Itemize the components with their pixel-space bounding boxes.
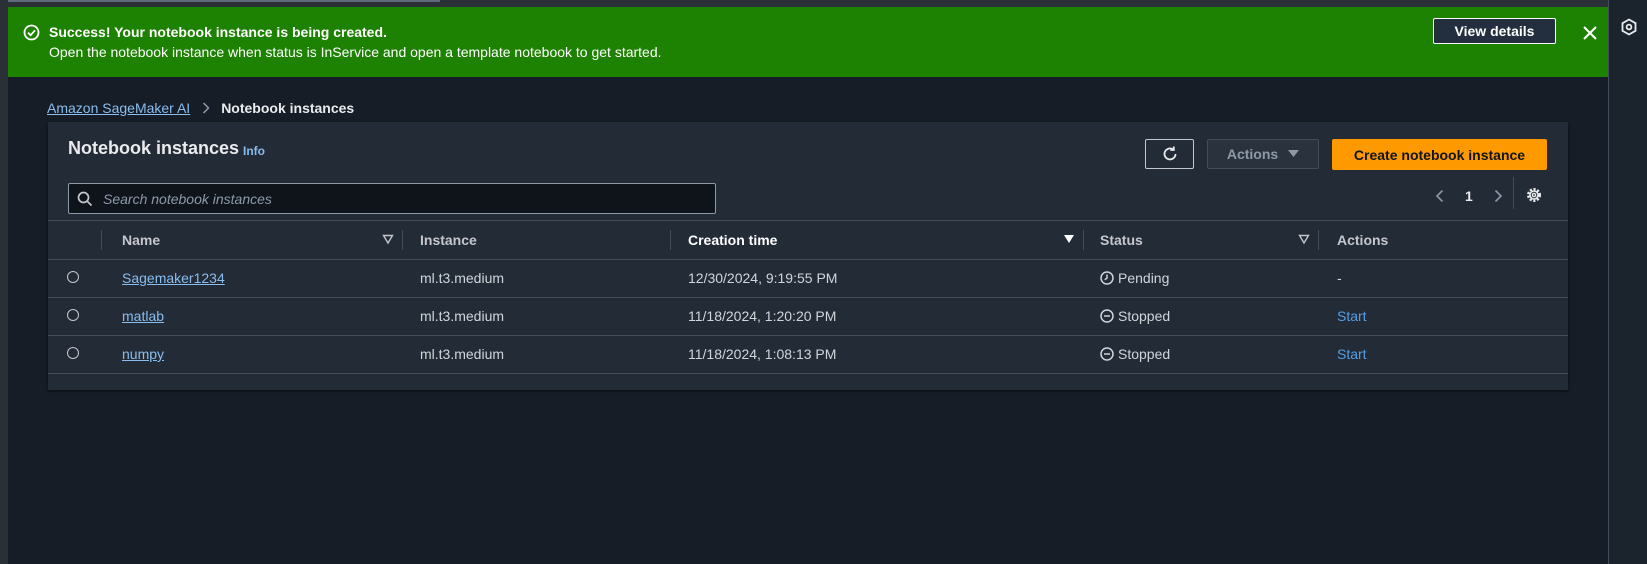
table-row: numpy ml.t3.medium 11/18/2024, 1:08:13 P… bbox=[48, 335, 1568, 374]
clock-icon bbox=[1100, 271, 1114, 285]
pagination-divider bbox=[1513, 177, 1514, 209]
breadcrumb-current: Notebook instances bbox=[221, 100, 355, 116]
column-divider bbox=[101, 230, 102, 250]
search-icon bbox=[77, 191, 93, 207]
creation-time: 12/30/2024, 9:19:55 PM bbox=[688, 270, 838, 286]
sort-icon[interactable] bbox=[1298, 233, 1310, 245]
refresh-icon bbox=[1163, 146, 1176, 161]
table-header: Name Instance Creation time Status Actio… bbox=[48, 220, 1568, 260]
notebook-name-link[interactable]: numpy bbox=[122, 346, 164, 362]
page-title: Notebook instances bbox=[68, 138, 240, 158]
status-text: Stopped bbox=[1118, 346, 1171, 362]
actions-label: Actions bbox=[1226, 146, 1279, 162]
column-divider bbox=[402, 230, 403, 250]
left-edge bbox=[0, 0, 8, 564]
table-row: Sagemaker1234 ml.t3.medium 12/30/2024, 9… bbox=[48, 259, 1568, 298]
column-header-name[interactable]: Name bbox=[122, 232, 160, 248]
gear-icon[interactable] bbox=[1525, 186, 1543, 204]
row-select-radio[interactable] bbox=[67, 347, 79, 359]
tab-highlight bbox=[0, 0, 440, 2]
search-box bbox=[68, 183, 716, 214]
caret-down-icon bbox=[1288, 150, 1300, 157]
success-check-icon bbox=[23, 24, 40, 41]
status-text: Pending bbox=[1118, 270, 1170, 286]
status-badge: Pending bbox=[1100, 270, 1169, 286]
table-row: matlab ml.t3.medium 11/18/2024, 1:20:20 … bbox=[48, 297, 1568, 336]
view-details-button[interactable]: View details bbox=[1433, 18, 1556, 44]
chevron-left-icon[interactable] bbox=[1433, 189, 1447, 203]
breadcrumb: Amazon SageMaker AI Notebook instances bbox=[47, 100, 354, 116]
instance-type: ml.t3.medium bbox=[420, 308, 505, 324]
search-input[interactable] bbox=[101, 186, 705, 212]
sort-descending-icon[interactable] bbox=[1063, 233, 1075, 245]
current-page-number[interactable]: 1 bbox=[1465, 188, 1473, 204]
flash-message: Open the notebook instance when status i… bbox=[49, 44, 662, 60]
status-badge: Stopped bbox=[1100, 346, 1170, 362]
column-header-actions: Actions bbox=[1337, 232, 1389, 248]
column-divider bbox=[1318, 230, 1319, 250]
right-rail bbox=[1608, 0, 1647, 564]
pagination: 1 bbox=[1433, 188, 1505, 204]
flash-title: Success! Your notebook instance is being… bbox=[49, 24, 387, 40]
column-divider bbox=[1083, 230, 1084, 250]
create-notebook-instance-button[interactable]: Create notebook instance bbox=[1332, 139, 1547, 170]
column-divider bbox=[670, 230, 671, 250]
start-link[interactable]: Start bbox=[1337, 346, 1367, 362]
start-link[interactable]: Start bbox=[1337, 308, 1367, 324]
success-flash-banner: Success! Your notebook instance is being… bbox=[8, 7, 1608, 77]
notebook-name-link[interactable]: Sagemaker1234 bbox=[122, 270, 225, 286]
stopped-icon bbox=[1100, 347, 1114, 361]
sort-icon[interactable] bbox=[382, 233, 394, 245]
status-badge: Stopped bbox=[1100, 308, 1170, 324]
actions-dropdown-button[interactable]: Actions bbox=[1207, 139, 1319, 169]
refresh-button[interactable] bbox=[1145, 139, 1194, 169]
info-link[interactable]: Info bbox=[243, 144, 265, 158]
instance-type: ml.t3.medium bbox=[420, 270, 505, 286]
row-select-radio[interactable] bbox=[67, 309, 79, 321]
status-text: Stopped bbox=[1118, 308, 1171, 324]
settings-hex-icon[interactable] bbox=[1620, 18, 1638, 36]
column-header-instance[interactable]: Instance bbox=[420, 232, 477, 248]
column-header-status[interactable]: Status bbox=[1100, 232, 1143, 248]
chevron-right-icon[interactable] bbox=[1491, 189, 1505, 203]
notebook-instances-panel: Notebook instances Info Actions Create n… bbox=[48, 122, 1568, 390]
row-select-radio[interactable] bbox=[67, 271, 79, 283]
instance-type: ml.t3.medium bbox=[420, 346, 505, 362]
chevron-right-icon bbox=[203, 102, 210, 114]
row-action-none: - bbox=[1337, 270, 1342, 286]
column-header-creation-time[interactable]: Creation time bbox=[688, 232, 777, 248]
creation-time: 11/18/2024, 1:20:20 PM bbox=[688, 308, 837, 324]
creation-time: 11/18/2024, 1:08:13 PM bbox=[688, 346, 837, 362]
notebook-name-link[interactable]: matlab bbox=[122, 308, 164, 324]
stopped-icon bbox=[1100, 309, 1114, 323]
breadcrumb-link-sagemaker[interactable]: Amazon SageMaker AI bbox=[47, 100, 190, 116]
window-top-strip bbox=[0, 0, 1647, 7]
close-icon[interactable] bbox=[1579, 22, 1601, 44]
